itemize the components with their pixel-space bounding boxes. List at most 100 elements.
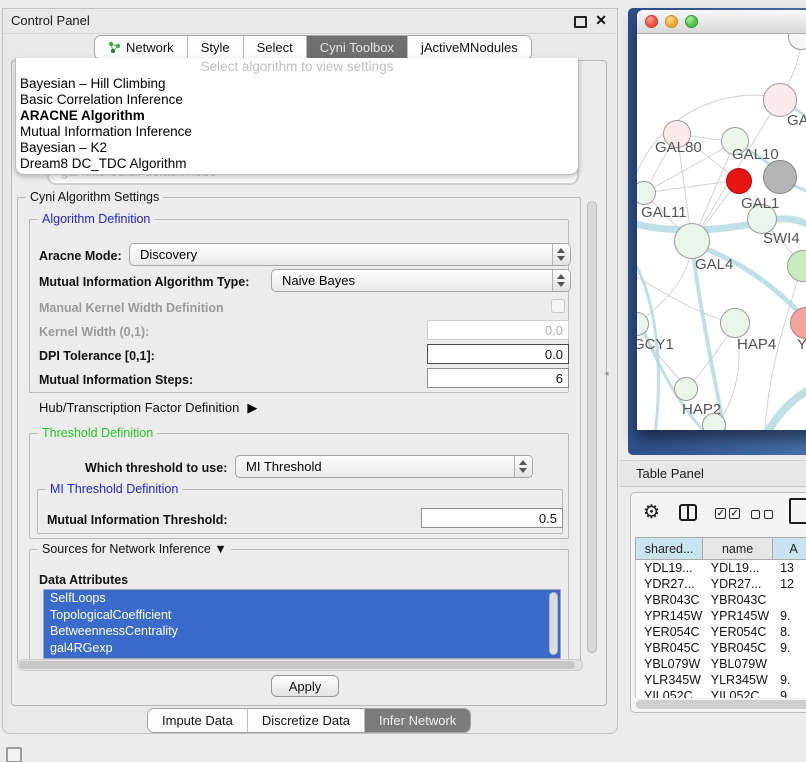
table-cell: YER054C (636, 624, 703, 640)
table-row[interactable]: YER054CYER054C8. (636, 624, 806, 640)
table-row[interactable]: YLR345WYLR345W9. (636, 672, 806, 688)
table-row[interactable]: YBR045CYBR045C9. (636, 640, 806, 656)
tab-discretize-data[interactable]: Discretize Data (248, 709, 365, 732)
unchecked-checkbox-icon[interactable] (764, 510, 773, 519)
table-cell: 12 (772, 576, 806, 592)
attribute-item[interactable]: BetweennessCentrality (44, 623, 560, 640)
table-cell: YBR045C (703, 640, 772, 656)
node-label: Y (797, 336, 806, 353)
tab-network[interactable]: Network (95, 36, 188, 59)
aracne-mode-select[interactable]: Discovery (129, 243, 571, 266)
table-row[interactable]: YDL19...YDL19...13 (636, 560, 806, 576)
vertical-scrollbar[interactable] (586, 199, 599, 665)
table-panel-title: Table Panel (636, 466, 704, 481)
tab-label: Cyni Toolbox (320, 40, 394, 55)
network-node[interactable] (763, 160, 797, 194)
algorithm-list: Bayesian – Hill ClimbingBasic Correlatio… (16, 76, 578, 172)
checked-checkbox-icon[interactable]: ✓ (715, 508, 726, 519)
chevron-down-icon[interactable]: ▼ (214, 542, 226, 556)
network-canvas[interactable]: GALGAL80GAL10GAL1GAL11GAL4SWI4GCY1HAP4YH… (637, 34, 806, 430)
algorithm-option[interactable]: Dream8 DC_TDC Algorithm (16, 156, 578, 172)
table-cell: YBL079W (636, 656, 703, 672)
column-header[interactable]: shared... (635, 537, 702, 560)
apply-button[interactable]: Apply (271, 675, 339, 697)
table-row[interactable]: YDR27...YDR27...12 (636, 576, 806, 592)
table-cell: YDR27... (703, 576, 772, 592)
tab-infer-network[interactable]: Infer Network (365, 709, 470, 732)
panel-title: Control Panel (11, 13, 90, 28)
minimize-traffic-light-icon[interactable] (665, 15, 678, 28)
mi-type-select[interactable]: Naive Bayes (271, 269, 571, 292)
table-horizontal-scrollbar[interactable] (636, 700, 806, 709)
table-cell: 8. (772, 624, 806, 640)
threshold-definition-title: Threshold Definition (38, 426, 157, 440)
mi-threshold-label: Mutual Information Threshold: (47, 513, 228, 527)
hub-definition-toggle[interactable]: Hub/Transcription Factor Definition▶ (39, 400, 257, 416)
tab-select[interactable]: Select (244, 36, 307, 59)
table-row[interactable]: YIL052CYIL052C9. (636, 688, 806, 698)
tab-cyni-toolbox[interactable]: Cyni Toolbox (307, 36, 408, 59)
table-sheet-icon[interactable] (789, 498, 806, 524)
attribute-item[interactable]: TopologicalCoefficient (44, 607, 560, 624)
algorithm-option[interactable]: ARACNE Algorithm (16, 108, 578, 124)
checked-checkbox-icon[interactable]: ✓ (729, 508, 740, 519)
network-window: GALGAL80GAL10GAL1GAL11GAL4SWI4GCY1HAP4YH… (637, 10, 806, 430)
table-cell: 13 (772, 560, 806, 576)
float-window-icon[interactable] (574, 16, 587, 28)
network-node[interactable] (726, 168, 752, 194)
column-header[interactable]: name (702, 537, 772, 560)
control-panel-window: Control Panel ✕ NetworkStyleSelect Cyni T… (2, 8, 618, 734)
table-body: YDL19...YDL19...13YDR27...YDR27...12YBR0… (635, 560, 806, 698)
node-label: GAL11 (641, 204, 687, 221)
column-header[interactable]: A (772, 537, 806, 560)
tab-style[interactable]: Style (188, 36, 244, 59)
table-cell: YPR145W (636, 608, 703, 624)
chevron-right-icon: ▶ (247, 400, 257, 416)
node-label: GCY1 (637, 336, 674, 353)
data-attributes-list[interactable]: SelfLoopsTopologicalCoefficientBetweenne… (43, 589, 561, 659)
table-panel-titlebar: Table Panel (620, 460, 806, 487)
algorithm-option[interactable]: Mutual Information Inference (16, 124, 578, 140)
attribute-item[interactable]: gal4RGexp (44, 640, 560, 657)
network-node[interactable] (720, 308, 750, 338)
network-window-titlebar[interactable] (637, 10, 806, 34)
algorithm-option[interactable]: Bayesian – K2 (16, 140, 578, 156)
columns-icon[interactable] (679, 504, 697, 521)
combo-stepper-icon (552, 244, 570, 265)
dpi-tolerance-label: DPI Tolerance [0,1]: (39, 349, 155, 363)
horizontal-scrollbar[interactable] (17, 659, 583, 671)
close-icon[interactable]: ✕ (595, 12, 607, 29)
mi-steps-field[interactable]: 6 (427, 368, 569, 388)
algorithm-definition-title: Algorithm Definition (38, 212, 154, 226)
list-scrollbar[interactable] (549, 592, 558, 655)
dock-panel-icon[interactable] (6, 747, 22, 762)
attribute-items: SelfLoopsTopologicalCoefficientBetweenne… (44, 590, 560, 656)
mi-type-label: Mutual Information Algorithm Type: (39, 275, 249, 289)
table-panel: ⚙ ✓ ✓ shared...nameA YDL19...YDL19...13Y… (630, 492, 806, 713)
table-row[interactable]: YBR043CYBR043C (636, 592, 806, 608)
table-cell: YDL19... (703, 560, 772, 576)
dpi-tolerance-field[interactable]: 0.0 (427, 344, 569, 364)
unchecked-checkbox-icon[interactable] (751, 510, 760, 519)
table-row[interactable]: YBL079WYBL079W (636, 656, 806, 672)
combo-stepper-icon (552, 270, 570, 291)
network-node[interactable] (702, 413, 726, 430)
zoom-traffic-light-icon[interactable] (685, 15, 698, 28)
which-threshold-select[interactable]: MI Threshold (235, 455, 533, 478)
algorithm-option[interactable]: Bayesian – Hill Climbing (16, 76, 578, 92)
screen: Control Panel ✕ NetworkStyleSelect Cyni T… (0, 0, 806, 762)
tab-jactivemnodules[interactable]: jActiveMNodules (408, 36, 531, 59)
attribute-item[interactable]: SelfLoops (44, 590, 560, 607)
close-traffic-light-icon[interactable] (645, 15, 658, 28)
network-node[interactable] (674, 377, 698, 401)
network-node[interactable] (674, 223, 710, 259)
algorithm-option[interactable]: Basic Correlation Inference (16, 92, 578, 108)
which-threshold-label: Which threshold to use: (85, 461, 227, 475)
mi-threshold-field[interactable]: 0.5 (421, 508, 563, 528)
node-label: GAL10 (732, 146, 779, 163)
network-view-frame: GALGAL80GAL10GAL1GAL11GAL4SWI4GCY1HAP4YH… (628, 8, 806, 455)
gear-icon[interactable]: ⚙ (643, 501, 660, 524)
panel-splitter-handle[interactable]: ◂ (604, 366, 614, 380)
table-row[interactable]: YPR145WYPR145W9. (636, 608, 806, 624)
tab-impute-data[interactable]: Impute Data (148, 709, 248, 732)
